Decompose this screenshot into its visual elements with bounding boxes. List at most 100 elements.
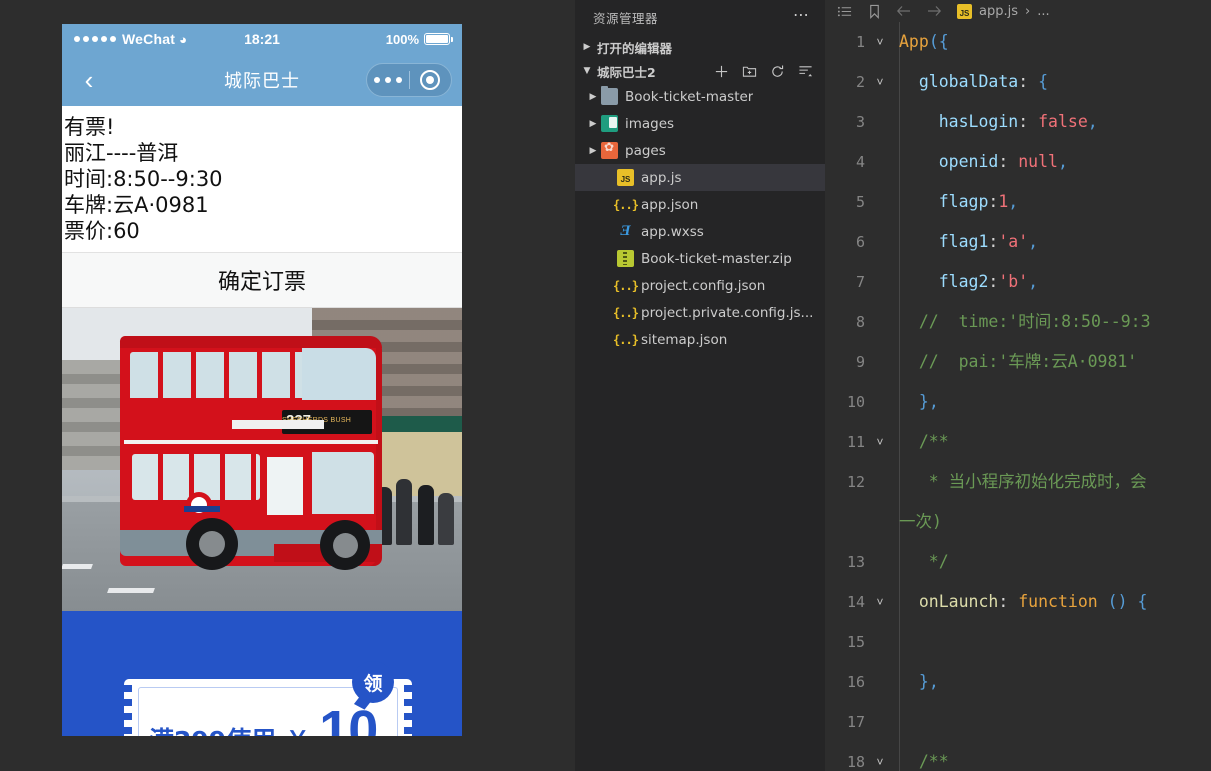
json-file-icon: {..} [613, 197, 639, 212]
coupon-claim-badge[interactable]: 领 [352, 661, 394, 703]
code-line[interactable]: 1 ˅ App({ [825, 22, 1211, 62]
line-number: 18 [846, 753, 865, 771]
project-root-section[interactable]: ▼ 城际巴士2 [575, 59, 825, 83]
photo-lane-marking [62, 563, 93, 569]
line-number: 3 [855, 113, 865, 131]
code-text: globalData: { [918, 72, 1049, 91]
new-folder-icon[interactable] [742, 64, 757, 79]
tree-item-images[interactable]: ▶ images [575, 110, 825, 137]
code-content[interactable]: 1 ˅ App({2 ˅ globalData: {3 hasLogin: false… [825, 22, 1211, 771]
more-dots-icon[interactable] [367, 77, 409, 83]
chevron-down-icon[interactable]: ˅ [869, 582, 891, 622]
chevron-down-icon[interactable]: ▼ [579, 66, 595, 76]
code-text: flag1:'a', [938, 232, 1039, 251]
code-line[interactable]: 2 ˅ globalData: { [825, 62, 1211, 102]
carrier-label: WeChat [122, 31, 176, 47]
battery-full-icon [424, 33, 453, 45]
code-line[interactable]: 10 }, [825, 382, 1211, 422]
bus-wheel [320, 520, 370, 570]
bus-roundel-logo [184, 492, 220, 518]
tree-item-label: sitemap.json [641, 331, 728, 348]
code-text: }, [918, 672, 939, 691]
chevron-down-icon[interactable]: ˅ [869, 742, 891, 771]
code-line[interactable]: 5 flagp:1, [825, 182, 1211, 222]
outline-list-icon[interactable] [829, 4, 859, 19]
code-line[interactable]: 16 }, [825, 662, 1211, 702]
ticket-line-route: 丽江----普洱 [64, 141, 179, 165]
refresh-icon[interactable] [770, 64, 785, 79]
code-text: onLaunch: function () { [918, 592, 1148, 611]
code-line[interactable]: 11 ˅ /** [825, 422, 1211, 462]
code-line[interactable]: 17 [825, 702, 1211, 742]
chevron-right-icon[interactable]: ▶ [579, 42, 595, 52]
coupon-amount-label: 10 [319, 699, 378, 736]
tree-item-pages[interactable]: ▶ pages [575, 137, 825, 164]
chevron-right-icon[interactable]: ▶ [585, 146, 601, 156]
tree-item-project-config-json[interactable]: {..} project.config.json [575, 272, 825, 299]
chevron-down-icon[interactable]: ˅ [869, 422, 891, 462]
ticket-line-time: 时间:8:50--9:30 [64, 167, 223, 191]
wechat-capsule-button[interactable] [366, 63, 452, 97]
code-line[interactable]: 18 ˅ /** [825, 742, 1211, 771]
code-text: }, [918, 392, 939, 411]
target-circle-icon[interactable] [410, 70, 452, 90]
tree-item-book-ticket-master-zip[interactable]: Book-ticket-master.zip [575, 245, 825, 272]
tree-item-sitemap-json[interactable]: {..} sitemap.json [575, 326, 825, 353]
arrow-right-icon[interactable] [919, 3, 949, 19]
tree-item-project-private-config-js-[interactable]: {..} project.private.config.js... [575, 299, 825, 326]
new-file-icon[interactable] [714, 64, 729, 79]
collapse-all-icon[interactable] [798, 64, 813, 79]
breadcrumb-rest[interactable]: ... [1037, 4, 1049, 19]
breadcrumb-separator: › [1025, 3, 1031, 19]
breadcrumb[interactable]: JS app.js › ... [949, 3, 1050, 19]
open-editors-section[interactable]: ▶ 打开的编辑器 [575, 35, 825, 59]
ticket-line-price: 票价:60 [64, 219, 140, 243]
line-number: 6 [855, 233, 865, 251]
code-text: hasLogin: false, [938, 112, 1098, 131]
phone-nav-bar: ‹ 城际巴士 [62, 54, 462, 106]
file-tree: ▶ Book-ticket-master ▶ images ▶ pages JS app.js… [575, 83, 825, 353]
tree-item-label: Book-ticket-master.zip [641, 250, 792, 267]
ellipsis-icon[interactable]: ⋯ [793, 6, 811, 22]
code-text: flag2:'b', [938, 272, 1039, 291]
code-line[interactable]: 6 flag1:'a', [825, 222, 1211, 262]
chevron-down-icon[interactable]: ˅ [869, 62, 891, 102]
coupon-banner[interactable]: 满299使用 ￥ 10 领 [62, 611, 462, 736]
code-line[interactable]: 4 openid: null, [825, 142, 1211, 182]
code-line[interactable]: 15 [825, 622, 1211, 662]
tree-item-app-wxss[interactable]: Ǝapp.wxss [575, 218, 825, 245]
breadcrumb-file[interactable]: app.js [979, 4, 1018, 19]
css-file-icon: Ǝ [620, 223, 631, 239]
wifi-icon: ◕ [179, 31, 188, 47]
code-line[interactable]: 12 * 当小程序初始化完成时，会 一次) [825, 462, 1211, 542]
tree-item-label: app.wxss [641, 223, 704, 240]
tree-item-app-json[interactable]: {..} app.json [575, 191, 825, 218]
json-file-icon: {..} [613, 305, 639, 320]
coupon-currency-symbol: ￥ [286, 728, 309, 737]
chevron-right-icon[interactable]: ▶ [585, 92, 601, 102]
tree-item-label: Book-ticket-master [625, 88, 754, 105]
arrow-left-icon[interactable] [889, 3, 919, 19]
bookmark-icon[interactable] [859, 4, 889, 19]
coupon-ticket[interactable]: 满299使用 ￥ 10 领 [123, 661, 413, 737]
json-file-icon: {..} [613, 332, 639, 347]
code-line[interactable]: 13 */ [825, 542, 1211, 582]
line-number: 13 [846, 553, 865, 571]
tree-item-book-ticket-master[interactable]: ▶ Book-ticket-master [575, 83, 825, 110]
code-line[interactable]: 14 ˅ onLaunch: function () { [825, 582, 1211, 622]
line-number: 15 [846, 633, 865, 651]
code-line[interactable]: 8 // time:'时间:8:50--9:3 [825, 302, 1211, 342]
tree-item-label: images [625, 115, 675, 132]
line-number: 9 [855, 353, 865, 371]
confirm-order-button[interactable]: 确定订票 [62, 252, 462, 308]
line-number: 14 [846, 593, 865, 611]
code-text: openid: null, [938, 152, 1068, 171]
line-number: 5 [855, 193, 865, 211]
code-line[interactable]: 3 hasLogin: false, [825, 102, 1211, 142]
code-line[interactable]: 9 // pai:'车牌:云A·0981' [825, 342, 1211, 382]
code-editor-panel: JS app.js › ... 1 ˅ App({2 ˅ globalData: {3… [825, 0, 1211, 771]
code-line[interactable]: 7 flag2:'b', [825, 262, 1211, 302]
chevron-right-icon[interactable]: ▶ [585, 119, 601, 129]
chevron-down-icon[interactable]: ˅ [869, 22, 891, 62]
tree-item-app-js[interactable]: JS app.js [575, 164, 825, 191]
